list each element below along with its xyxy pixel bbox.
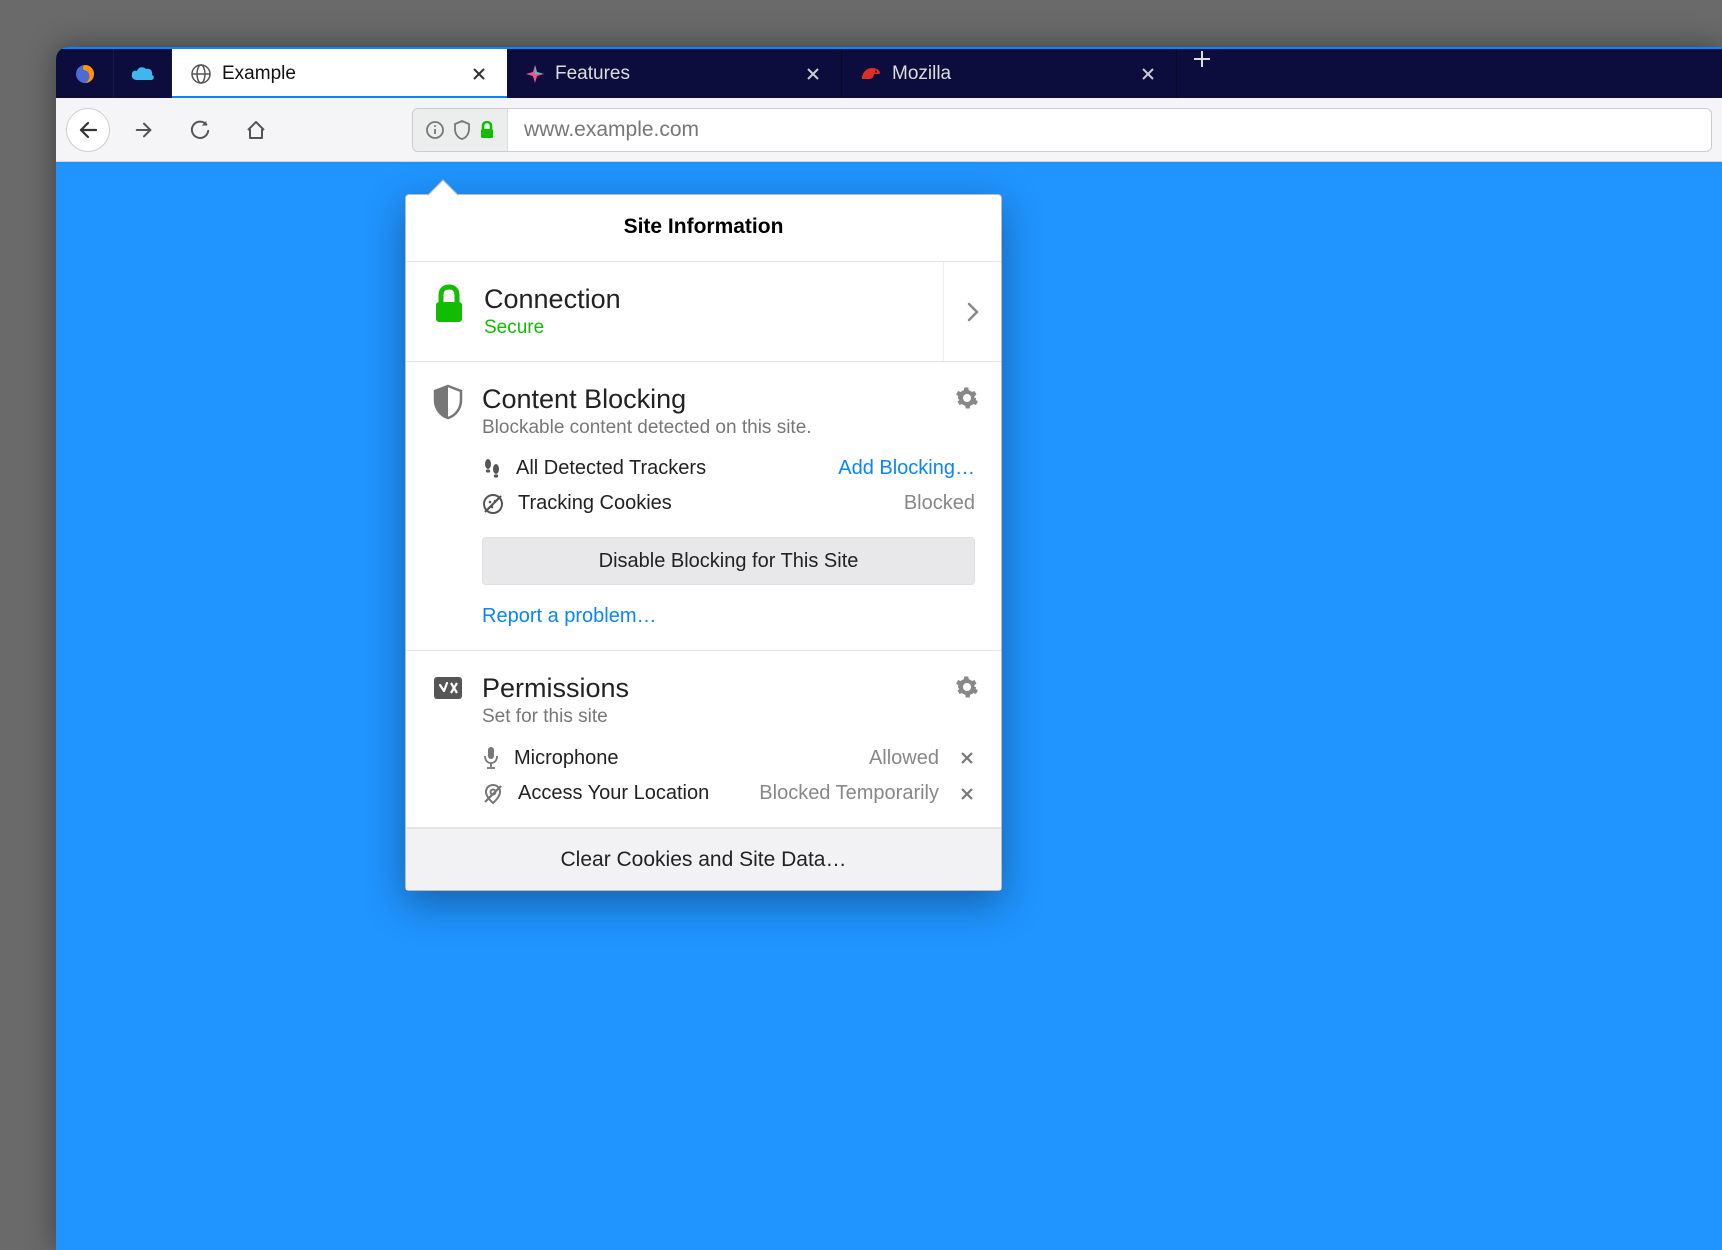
tracker-label: All Detected Trackers	[516, 457, 706, 480]
tab-example[interactable]: Example	[172, 49, 507, 98]
url-bar[interactable]: www.example.com	[412, 108, 1712, 152]
info-icon	[425, 120, 445, 140]
cookie-blocked-icon	[482, 493, 504, 515]
close-icon[interactable]	[1138, 64, 1158, 84]
cookie-row: Tracking Cookies Blocked	[482, 492, 975, 515]
lock-icon	[479, 121, 495, 139]
pinned-tab-firefox[interactable]	[56, 49, 114, 98]
lock-icon	[432, 284, 466, 324]
globe-icon	[190, 63, 212, 85]
clear-site-data-button[interactable]: Clear Cookies and Site Data…	[406, 828, 1001, 890]
home-button[interactable]	[234, 108, 278, 152]
location-blocked-icon	[482, 783, 504, 805]
close-icon[interactable]	[803, 64, 823, 84]
nav-toolbar: www.example.com	[56, 98, 1722, 162]
permission-row-location: Access Your Location Blocked Temporarily	[482, 782, 975, 805]
tab-mozilla[interactable]: Mozilla	[842, 49, 1177, 98]
clear-permission-button[interactable]	[959, 750, 975, 766]
close-icon[interactable]	[469, 64, 489, 84]
add-blocking-link[interactable]: Add Blocking…	[838, 457, 975, 480]
shield-icon	[453, 120, 471, 140]
footsteps-icon	[482, 458, 502, 480]
chevron-right-icon[interactable]	[943, 262, 1001, 361]
cloud-icon	[130, 64, 156, 84]
clear-permission-button[interactable]	[959, 786, 975, 802]
content-blocking-section: Content Blocking Blockable content detec…	[406, 362, 1001, 651]
connection-title: Connection	[484, 284, 621, 315]
content-blocking-subtitle: Blockable content detected on this site.	[482, 417, 812, 439]
permission-row-microphone: Microphone Allowed	[482, 746, 975, 770]
tracker-row: All Detected Trackers Add Blocking…	[482, 457, 975, 480]
pinned-tab-app[interactable]	[114, 49, 172, 98]
sparkle-icon	[525, 64, 545, 84]
blocking-list: All Detected Trackers Add Blocking… Trac…	[482, 457, 975, 515]
permissions-title: Permissions	[482, 673, 629, 704]
firefox-icon	[73, 62, 97, 86]
permission-label: Microphone	[514, 747, 619, 770]
permission-label: Access Your Location	[518, 782, 709, 805]
gear-icon[interactable]	[955, 386, 979, 410]
tab-label: Features	[555, 63, 793, 85]
microphone-icon	[482, 746, 500, 770]
tab-strip: Example Features Mozilla	[56, 47, 1722, 98]
url-text[interactable]: www.example.com	[508, 118, 1711, 142]
identity-box[interactable]	[413, 109, 508, 151]
permissions-subtitle: Set for this site	[482, 706, 629, 728]
reload-button[interactable]	[178, 108, 222, 152]
urlbar-container: www.example.com	[412, 108, 1712, 152]
disable-blocking-button[interactable]: Disable Blocking for This Site	[482, 537, 975, 585]
tab-label: Mozilla	[892, 63, 1128, 85]
tab-label: Example	[222, 63, 459, 85]
permission-status: Blocked Temporarily	[759, 782, 939, 805]
site-info-panel: Site Information Connection Secure	[405, 194, 1002, 891]
content-blocking-title: Content Blocking	[482, 384, 812, 415]
forward-button[interactable]	[122, 108, 166, 152]
browser-window: Example Features Mozilla	[56, 47, 1722, 1250]
back-button[interactable]	[66, 108, 110, 152]
report-problem-link[interactable]: Report a problem…	[482, 605, 975, 628]
connection-section[interactable]: Connection Secure	[406, 262, 1001, 362]
panel-title: Site Information	[406, 195, 1001, 262]
permissions-icon	[432, 673, 464, 703]
connection-status: Secure	[484, 317, 621, 339]
permission-status: Allowed	[869, 747, 939, 770]
dino-icon	[860, 65, 882, 83]
cookie-status: Blocked	[904, 492, 975, 515]
tab-features[interactable]: Features	[507, 49, 842, 98]
shield-icon	[432, 384, 464, 420]
permissions-list: Microphone Allowed Access Your Location …	[482, 746, 975, 805]
permissions-section: Permissions Set for this site Microphone…	[406, 651, 1001, 828]
new-tab-button[interactable]	[1177, 49, 1227, 69]
gear-icon[interactable]	[955, 675, 979, 699]
cookie-label: Tracking Cookies	[518, 492, 672, 515]
